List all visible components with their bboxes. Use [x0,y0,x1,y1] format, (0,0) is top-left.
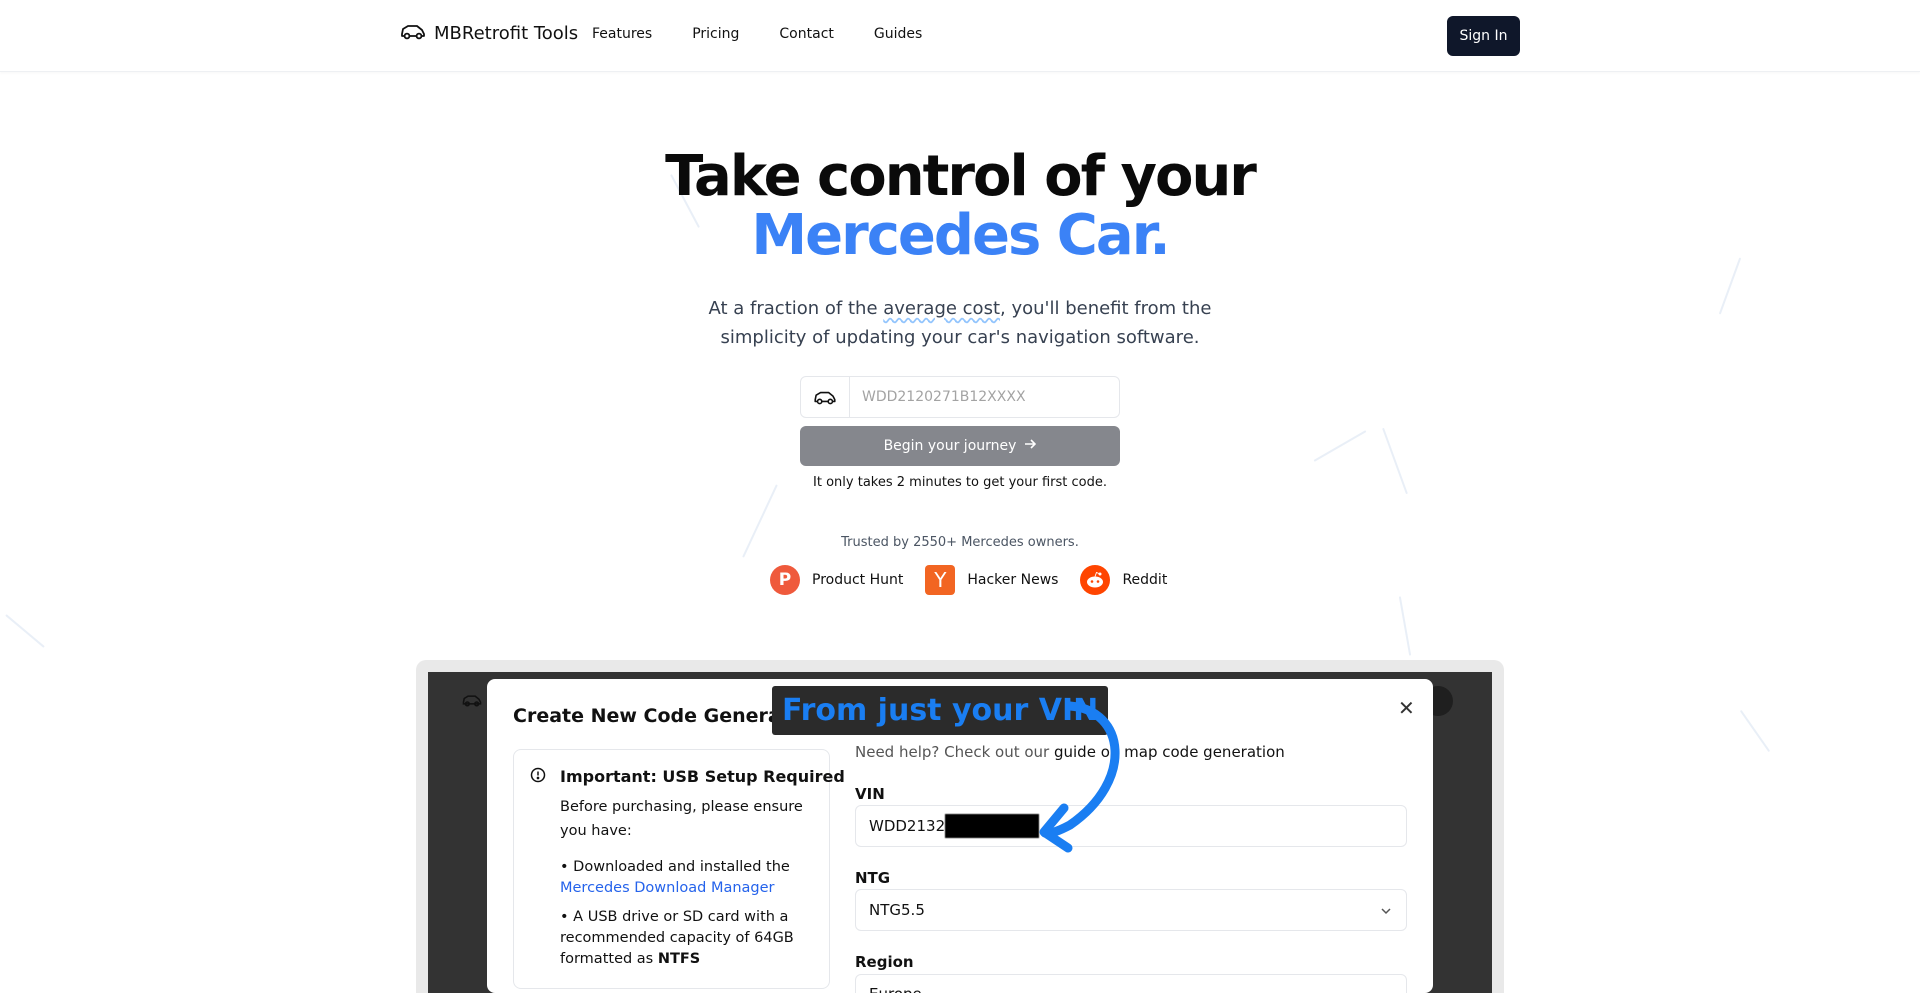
ntg-value: NTG5.5 [869,901,925,919]
social-label: Product Hunt [812,572,904,588]
subtitle-highlight: average cost [883,298,1001,319]
hero-subtitle: At a fraction of the average cost, you'l… [0,294,1920,352]
social-reddit[interactable]: Reddit [1080,565,1167,595]
social-label: Reddit [1122,572,1168,588]
cta-note: It only takes 2 minutes to get your firs… [813,475,1107,490]
alert-circle-icon [530,767,546,788]
vin-input-group [800,376,1120,418]
vin-input[interactable] [850,377,1119,417]
trusted-text: Trusted by 2550+ Mercedes owners. [841,535,1079,550]
begin-journey-label: Begin your journey [883,438,1017,454]
subtitle-text: , you'll benefit from the [1000,298,1212,319]
social-label: Hacker News [967,572,1059,588]
bg-streak [1313,430,1367,462]
social-proof: P Product Hunt Y Hacker News Reddit [770,565,1167,595]
brand-name: MBRetrofit Tools [434,23,579,44]
vin-value: WDD2132 [869,817,946,835]
bg-streak [1739,709,1771,753]
list-item-text: Downloaded and installed the [573,859,790,875]
sign-in-button[interactable]: Sign In [1447,16,1520,56]
ntg-select[interactable]: NTG5.5 [855,889,1407,931]
usb-requirements-list: • Downloaded and installed the Mercedes D… [560,857,810,978]
ntg-label: NTG [855,869,891,887]
begin-journey-button[interactable]: Begin your journey [800,426,1120,466]
chevron-down-icon [1380,903,1392,921]
top-navbar: MBRetrofit Tools Features Pricing Contac… [0,0,1920,72]
social-hacker-news[interactable]: Y Hacker News [925,565,1058,595]
bg-streak [5,614,45,648]
car-icon [801,377,850,417]
brand-logo[interactable]: MBRetrofit Tools [400,22,578,45]
car-icon [400,22,426,45]
arrow-right-icon [1024,438,1037,454]
list-item: • A USB drive or SD card with a recommen… [560,909,794,967]
hero-title-line1: Take control of your [665,144,1257,209]
subtitle-text: simplicity of updating your car's naviga… [720,327,1200,348]
download-manager-link[interactable]: Mercedes Download Manager [560,880,775,896]
list-item-bold: NTFS [657,951,701,967]
usb-notice-title: Important: USB Setup Required [560,767,845,786]
chevron-down-icon [1380,988,1392,993]
vin-label: VIN [855,785,885,803]
hero-title-line2: Mercedes Car. [751,203,1170,268]
bg-streak [1398,596,1412,656]
nav-features[interactable]: Features [592,26,652,42]
social-product-hunt[interactable]: P Product Hunt [770,565,903,595]
curved-arrow-icon [1010,700,1150,865]
nav-pricing[interactable]: Pricing [692,26,739,42]
product-hunt-icon: P [770,565,800,595]
nav-guides[interactable]: Guides [874,26,922,42]
reddit-icon [1080,565,1111,595]
subtitle-text: At a fraction of the [708,298,884,319]
region-value: Europe [869,985,922,993]
usb-notice-text: Before purchasing, please ensure you hav… [560,799,803,839]
close-icon[interactable]: ✕ [1398,696,1415,721]
main-nav: Features Pricing Contact Guides [592,26,922,42]
list-item: • Downloaded and installed the Mercedes D… [560,859,790,896]
region-select[interactable]: Europe [855,974,1407,993]
region-label: Region [855,953,914,971]
nav-contact[interactable]: Contact [779,26,833,42]
hacker-news-icon: Y [925,565,956,595]
car-icon [461,693,483,712]
